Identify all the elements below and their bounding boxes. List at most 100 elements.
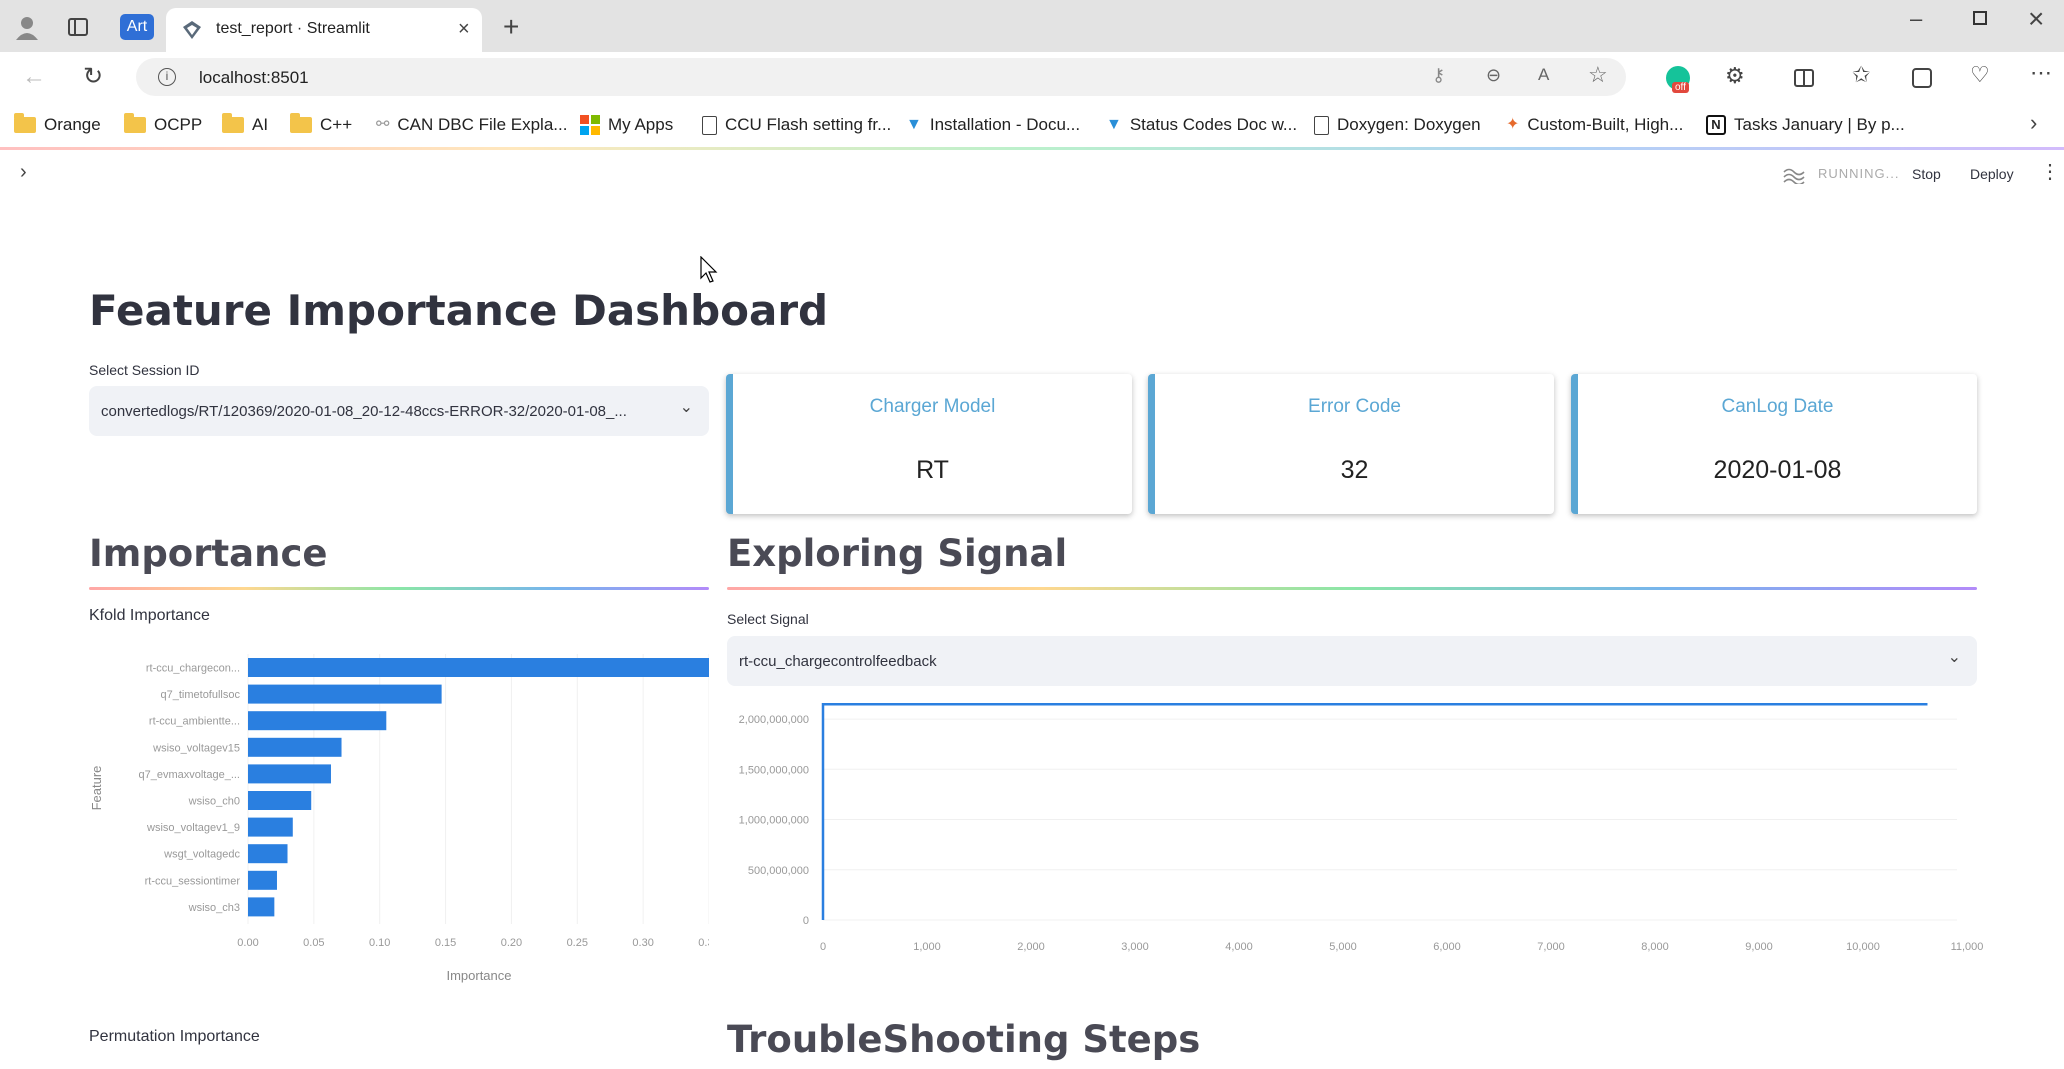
folder-icon [222,113,244,133]
bookmark-label: Installation - Docu... [929,115,1081,134]
session-select-label: Select Session ID [89,362,200,378]
bookmark-ocpp[interactable]: OCPP [124,113,202,136]
bar [248,737,342,757]
split-screen-icon[interactable] [1794,69,1814,87]
x-tick-label: 0.20 [501,937,522,949]
main-menu-icon[interactable]: ⋮ [2040,162,2060,182]
session-select-value: convertedlogs/RT/120369/2020-01-08_20-12… [101,402,627,420]
read-aloud-icon[interactable]: A [1538,66,1549,83]
bookmark-label: C++ [320,115,353,134]
apps-grid-icon [580,115,600,135]
x-axis-title: Importance [446,968,511,983]
bookmarks-more-icon[interactable]: › [2030,112,2037,134]
url-field[interactable]: i localhost:8501 ⚷ ⊖ A ☆ [136,58,1626,96]
y-tick-label: q7_timetofullsoc [161,689,241,701]
bookmark-label: CAN DBC File Expla... [397,115,568,134]
card-value: 2020-01-08 [1713,456,1842,484]
bar [248,870,277,890]
chevron-down-icon: ⌄ [1947,649,1961,666]
y-tick-label: 500,000,000 [748,865,809,877]
x-tick-label: 7,000 [1537,941,1565,953]
favorite-star-icon[interactable]: ☆ [1588,64,1608,86]
mouse-cursor-icon [700,255,718,289]
minimize-icon[interactable]: – [1910,8,1922,30]
back-icon[interactable]: ← [22,65,46,89]
tab-actions-icon[interactable] [68,18,88,36]
more-menu-icon[interactable]: ⋯ [2030,62,2052,84]
x-tick-label: 6,000 [1433,941,1461,953]
bookmark-label: Status Codes Doc w... [1129,115,1298,134]
maximize-icon[interactable] [1973,11,1987,25]
y-tick-label: 2,000,000,000 [739,714,809,726]
bookmark-status-codes[interactable]: ▼ Status Codes Doc w... [1106,114,1297,136]
extensions-icon[interactable]: ⚙ [1725,65,1745,87]
bar [248,817,293,837]
sidebar-expand-icon[interactable]: › [20,162,27,182]
permutation-importance-label: Permutation Importance [89,1028,260,1045]
importance-header: Importance [89,532,328,575]
stop-button[interactable]: Stop [1912,166,1941,182]
troubleshooting-header: TroubleShooting Steps [727,1018,1201,1061]
x-tick-label: 0.00 [237,937,258,949]
zoom-out-icon[interactable]: ⊖ [1486,66,1501,84]
browser-essentials-icon[interactable]: ♡ [1970,64,1990,86]
streamlit-favicon-icon [182,20,202,40]
bar [248,897,275,917]
link-icon: ⚯ [376,116,390,133]
workspace-badge[interactable]: Art [120,14,154,40]
bookmark-label: Custom-Built, High... [1527,115,1684,134]
x-tick-label: 2,000 [1017,941,1045,953]
card-charger-model: Charger Model RT [726,374,1132,514]
bookmark-doxygen[interactable]: Doxygen: Doxygen [1314,114,1481,136]
site-info-icon[interactable]: i [158,68,176,86]
bookmark-can-dbc[interactable]: ⚯ CAN DBC File Expla... [376,114,567,136]
collections-icon[interactable] [1912,68,1932,88]
chevron-down-icon: ⌄ [679,399,693,416]
bookmark-custom-built[interactable]: ✦ Custom-Built, High... [1506,114,1683,136]
page-icon [702,115,717,135]
profile-icon[interactable] [14,14,40,40]
bookmark-ccu-flash[interactable]: CCU Flash setting fr... [702,114,891,136]
bar [248,711,387,731]
x-tick-label: 0.05 [303,937,324,949]
url-text: localhost:8501 [199,68,309,87]
kfold-importance-chart: rt-ccu_chargecon... q7_timetofullsoc rt-cc… [89,654,709,983]
key-icon[interactable]: ⚷ [1432,66,1445,84]
close-tab-icon[interactable]: × [458,19,470,39]
close-window-icon[interactable]: × [2028,5,2044,33]
deploy-button[interactable]: Deploy [1970,166,2014,182]
bookmark-tasks[interactable]: N Tasks January | By p... [1706,114,1905,136]
favorites-icon[interactable]: ✩ [1852,64,1870,86]
bookmark-installation[interactable]: ▼ Installation - Docu... [906,114,1080,136]
address-bar-row: ← ↻ i localhost:8501 ⚷ ⊖ A ☆ off ⚙ ✩ ♡ ⋯ [0,52,2064,102]
bookmark-ai[interactable]: AI [222,113,268,136]
session-select[interactable]: convertedlogs/RT/120369/2020-01-08_20-12… [89,386,709,436]
signal-select-label: Select Signal [727,611,809,627]
card-title: Charger Model [869,396,996,417]
y-axis-title: Feature [89,766,104,811]
signal-select[interactable]: rt-ccu_chargecontrolfeedback ⌄ [727,636,1977,686]
x-tick-label: 8,000 [1641,941,1669,953]
y-tick-label: wsgt_voltagedc [163,849,240,861]
folder-icon [290,113,312,133]
x-tick-label: 0.35 [698,937,709,949]
page-icon [1314,115,1329,135]
x-tick-label: 0.30 [632,937,653,949]
card-value: RT [916,456,949,484]
bookmark-label: Tasks January | By p... [1734,115,1905,134]
bookmark-orange[interactable]: Orange [14,113,101,136]
bookmark-cpp[interactable]: C++ [290,113,353,136]
running-status: RUNNING... [1818,166,1900,181]
new-tab-icon[interactable]: + [503,13,519,41]
card-error-code: Error Code 32 [1148,374,1554,514]
bookmark-my-apps[interactable]: My Apps [580,114,673,136]
x-tick-label: 9,000 [1745,941,1773,953]
bar [248,684,442,704]
folder-icon [14,113,36,133]
card-canlog-date: CanLog Date 2020-01-08 [1571,374,1977,514]
card-value: 32 [1340,456,1369,484]
bookmark-label: Orange [44,115,101,134]
browser-tab-bar: Art test_report · Streamlit × + – × [0,0,2064,52]
reload-icon[interactable]: ↻ [83,65,103,89]
tab-streamlit[interactable]: test_report · Streamlit × [166,8,482,52]
